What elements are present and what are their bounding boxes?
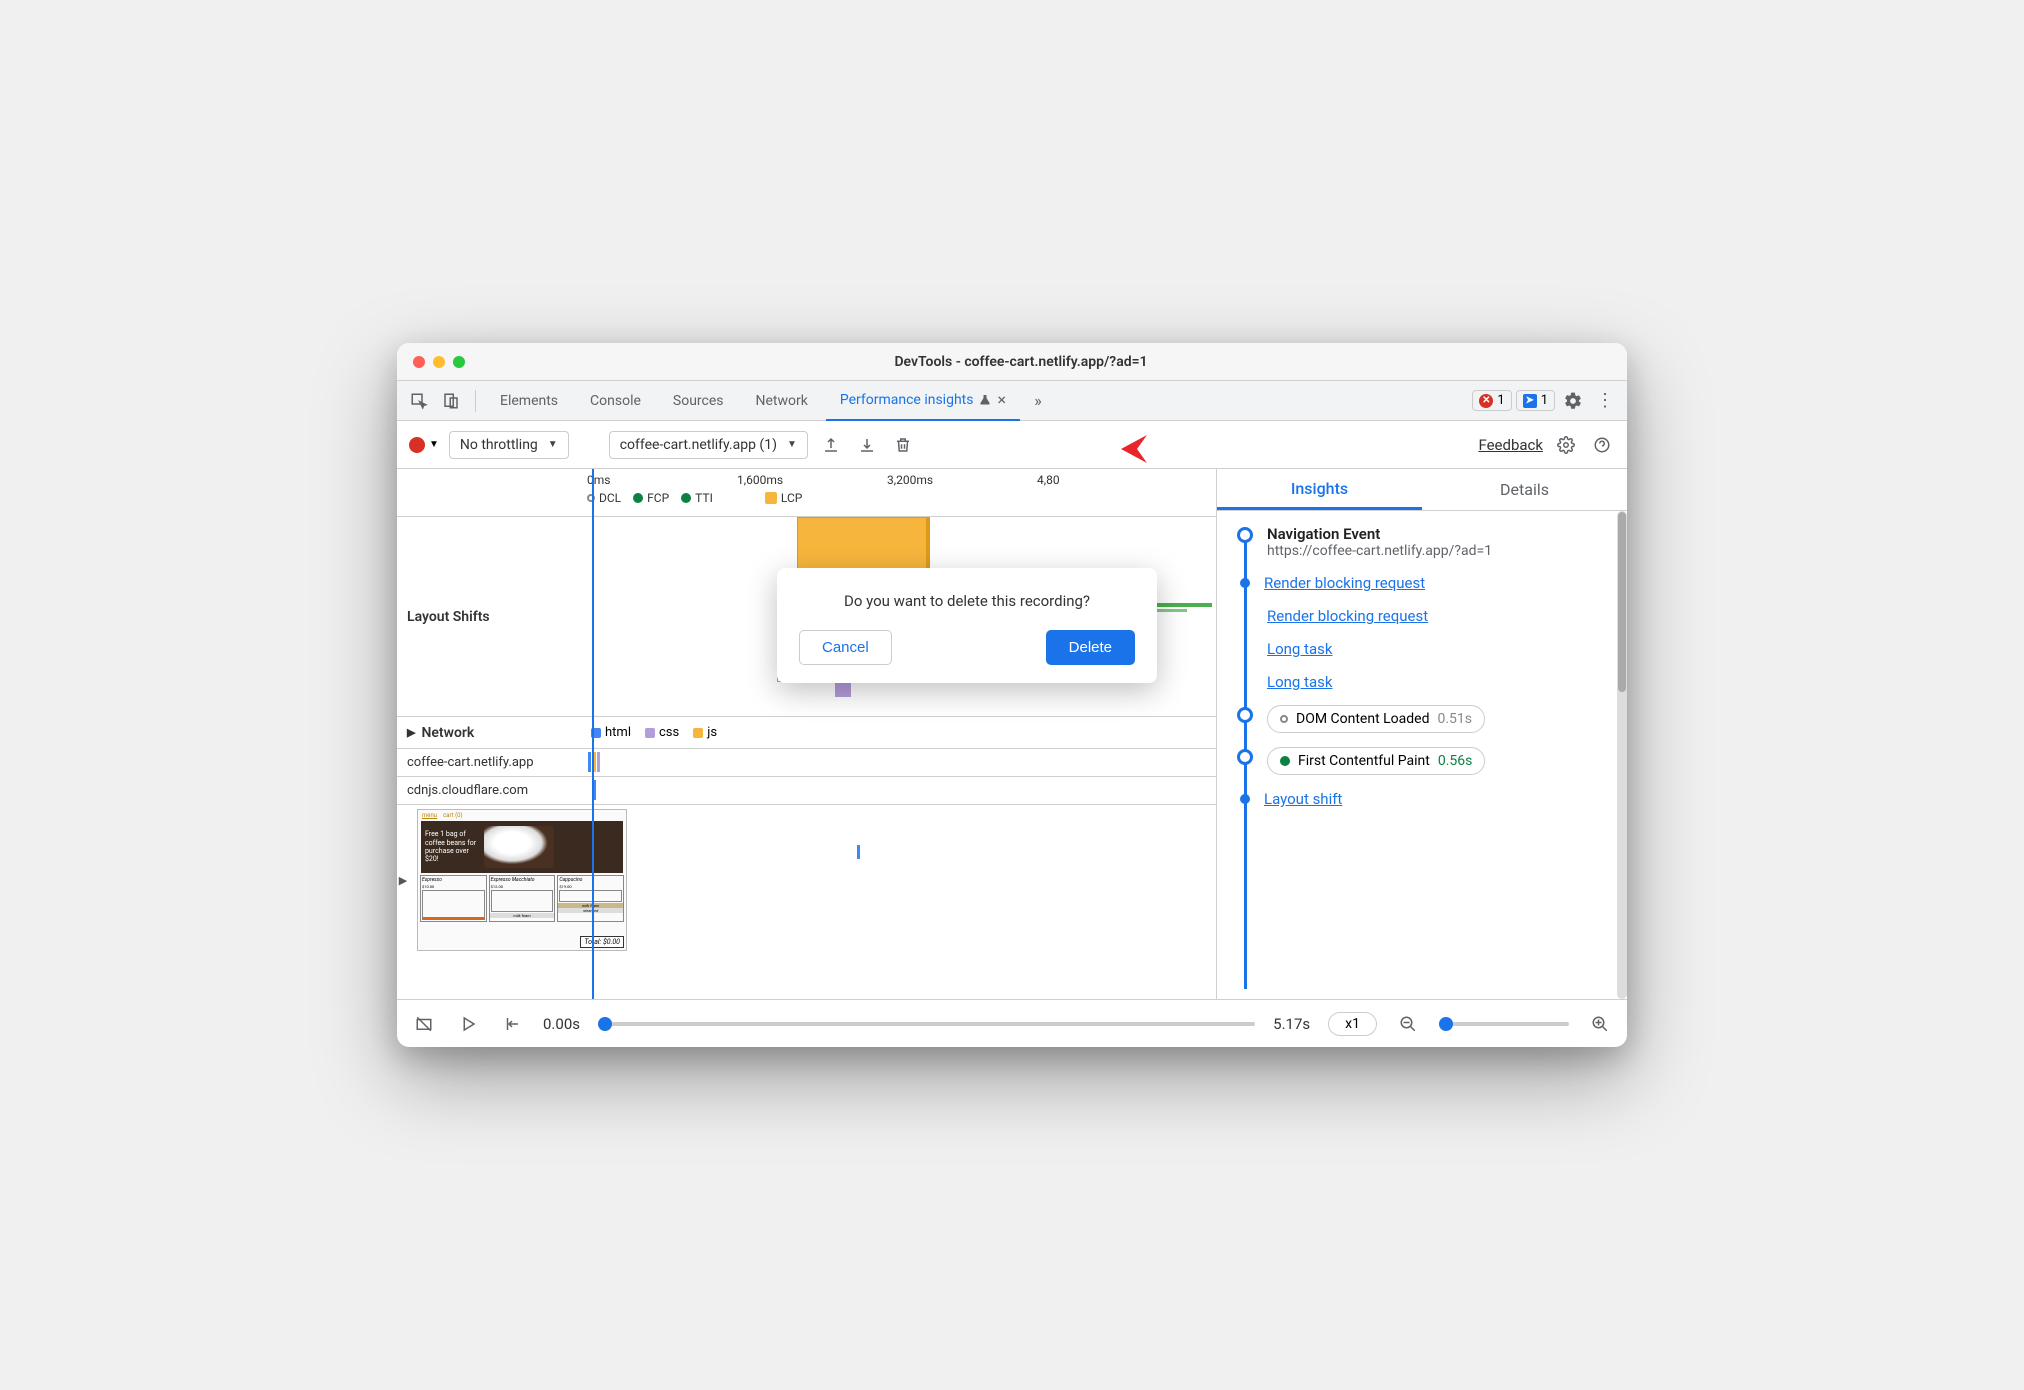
rewind-button[interactable] (499, 1011, 525, 1037)
tab-console[interactable]: Console (576, 381, 655, 421)
inspect-element-icon[interactable] (405, 387, 433, 415)
recording-toolbar: ▼ No throttling ▼ coffee-cart.netlify.ap… (397, 421, 1627, 469)
insight-link[interactable]: Render blocking request (1267, 607, 1428, 625)
zoom-out-icon[interactable] (1395, 1011, 1421, 1037)
filmstrip-thumbnail[interactable]: menucart (0) Free 1 bag of coffee beans … (417, 809, 627, 951)
tab-sources[interactable]: Sources (659, 381, 738, 421)
playback-start-time: 0.00s (543, 1015, 580, 1033)
record-button[interactable]: ▼ (409, 437, 439, 453)
tab-elements[interactable]: Elements (486, 381, 572, 421)
timeline-marker (1237, 749, 1253, 765)
settings-gear-icon[interactable] (1559, 387, 1587, 415)
titlebar: DevTools - coffee-cart.netlify.app/?ad=1 (397, 343, 1627, 381)
confirm-delete-dialog: Do you want to delete this recording? Ca… (777, 568, 1157, 683)
playhead-line[interactable] (592, 469, 594, 999)
timeline-ruler: 0ms 1,600ms 3,200ms 4,80 DCL FCP TTI LCP (397, 469, 1216, 517)
help-icon[interactable] (1589, 432, 1615, 458)
nav-event-url: https://coffee-cart.netlify.app/?ad=1 (1267, 543, 1611, 559)
playback-bar: 0.00s 5.17s x1 (397, 999, 1627, 1047)
more-tabs-icon[interactable]: » (1024, 387, 1052, 415)
network-label[interactable]: ▶ Network (397, 717, 587, 748)
scrollbar[interactable] (1617, 511, 1627, 999)
timeline-marker (1237, 527, 1253, 543)
filmstrip-row: ▶ menucart (0) Free 1 bag of coffee bean… (397, 805, 1216, 955)
timeline-panel: 0ms 1,600ms 3,200ms 4,80 DCL FCP TTI LCP… (397, 469, 1217, 999)
minimize-window-button[interactable] (433, 356, 445, 368)
tab-details[interactable]: Details (1422, 469, 1627, 510)
zoom-in-icon[interactable] (1587, 1011, 1613, 1037)
device-toggle-icon[interactable] (437, 387, 465, 415)
chevron-down-icon: ▼ (548, 439, 558, 450)
traffic-lights (413, 356, 465, 368)
panel-settings-gear-icon[interactable] (1553, 432, 1579, 458)
recording-select[interactable]: coffee-cart.netlify.app (1) ▼ (609, 431, 808, 459)
chevron-down-icon: ▼ (787, 439, 797, 450)
close-tab-icon[interactable]: × (997, 390, 1006, 409)
playback-end-time: 5.17s (1273, 1015, 1310, 1033)
close-window-button[interactable] (413, 356, 425, 368)
import-button[interactable] (854, 432, 880, 458)
annotation-arrow (1117, 429, 1187, 469)
delete-button[interactable] (890, 432, 916, 458)
record-icon (409, 437, 425, 453)
throttling-select[interactable]: No throttling ▼ (449, 431, 569, 459)
flask-icon (979, 394, 991, 406)
error-icon: ✕ (1479, 394, 1493, 408)
cancel-button[interactable]: Cancel (799, 630, 892, 665)
insights-sidebar: Insights Details Navigation Event https:… (1217, 469, 1627, 999)
error-count-badge[interactable]: ✕ 1 (1472, 390, 1511, 411)
playback-speed[interactable]: x1 (1328, 1012, 1377, 1036)
timeline-dot (1240, 794, 1250, 804)
nav-event-title: Navigation Event (1267, 525, 1611, 543)
layout-shifts-label: Layout Shifts (397, 517, 587, 716)
feedback-link[interactable]: Feedback (1478, 436, 1543, 454)
delete-confirm-button[interactable]: Delete (1046, 630, 1135, 665)
insights-list: Navigation Event https://coffee-cart.net… (1217, 511, 1627, 999)
dialog-message: Do you want to delete this recording? (799, 592, 1135, 610)
main-content: 0ms 1,600ms 3,200ms 4,80 DCL FCP TTI LCP… (397, 469, 1627, 999)
tab-insights[interactable]: Insights (1217, 469, 1422, 510)
insight-link[interactable]: Render blocking request (1264, 574, 1425, 592)
info-count-badge[interactable]: ➤ 1 (1516, 390, 1555, 411)
export-button[interactable] (818, 432, 844, 458)
insight-link[interactable]: Long task (1267, 673, 1332, 691)
devtools-tabs: Elements Console Sources Network Perform… (397, 381, 1627, 421)
timeline-dot (1240, 578, 1250, 588)
info-icon: ➤ (1523, 394, 1537, 408)
fcp-pill[interactable]: First Contentful Paint 0.56s (1267, 747, 1485, 775)
insight-link[interactable]: Long task (1267, 640, 1332, 658)
network-host-row: cdnjs.cloudflare.com (397, 777, 1216, 805)
devtools-window: DevTools - coffee-cart.netlify.app/?ad=1… (397, 343, 1627, 1047)
kebab-menu-icon[interactable]: ⋮ (1591, 387, 1619, 415)
network-host-row: coffee-cart.netlify.app (397, 749, 1216, 777)
tab-network[interactable]: Network (742, 381, 822, 421)
maximize-window-button[interactable] (453, 356, 465, 368)
expand-triangle-icon: ▶ (407, 726, 415, 739)
play-button[interactable] (455, 1011, 481, 1037)
tab-performance-insights[interactable]: Performance insights × (826, 381, 1020, 421)
zoom-slider[interactable] (1439, 1022, 1569, 1026)
playback-slider[interactable] (598, 1022, 1255, 1026)
chevron-down-icon: ▼ (429, 439, 439, 450)
window-title: DevTools - coffee-cart.netlify.app/?ad=1 (481, 354, 1611, 370)
screenshot-toggle-icon[interactable] (411, 1011, 437, 1037)
insight-link[interactable]: Layout shift (1264, 790, 1342, 808)
dcl-pill[interactable]: DOM Content Loaded 0.51s (1267, 705, 1485, 733)
timeline-marker (1237, 707, 1253, 723)
expand-triangle-icon[interactable]: ▶ (397, 805, 409, 955)
network-header: ▶ Network html css js (397, 717, 1216, 749)
